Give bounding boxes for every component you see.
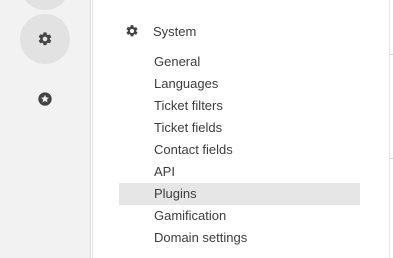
gear-icon — [125, 24, 139, 38]
settings-menu-panel: System General Languages Ticket filters … — [93, 0, 390, 258]
left-nav-rail — [0, 0, 91, 258]
rail-button-top[interactable] — [20, 0, 70, 10]
rail-button-achievements[interactable] — [20, 74, 70, 124]
gear-icon — [37, 31, 53, 47]
settings-menu-list: General Languages Ticket filters Ticket … — [119, 51, 360, 249]
section-title: System — [153, 23, 197, 39]
rail-button-settings[interactable] — [20, 14, 70, 64]
menu-item-api[interactable]: API — [119, 161, 360, 183]
menu-item-ticket-fields[interactable]: Ticket fields — [119, 117, 360, 139]
menu-item-gamification[interactable]: Gamification — [119, 205, 360, 227]
section-header-system[interactable]: System — [125, 22, 196, 40]
menu-item-languages[interactable]: Languages — [119, 73, 360, 95]
menu-item-ticket-filters[interactable]: Ticket filters — [119, 95, 360, 117]
menu-item-plugins[interactable]: Plugins — [119, 183, 360, 205]
menu-item-domain-settings[interactable]: Domain settings — [119, 227, 360, 249]
star-badge-icon — [37, 91, 53, 107]
menu-item-contact-fields[interactable]: Contact fields — [119, 139, 360, 161]
menu-item-general[interactable]: General — [119, 51, 360, 73]
